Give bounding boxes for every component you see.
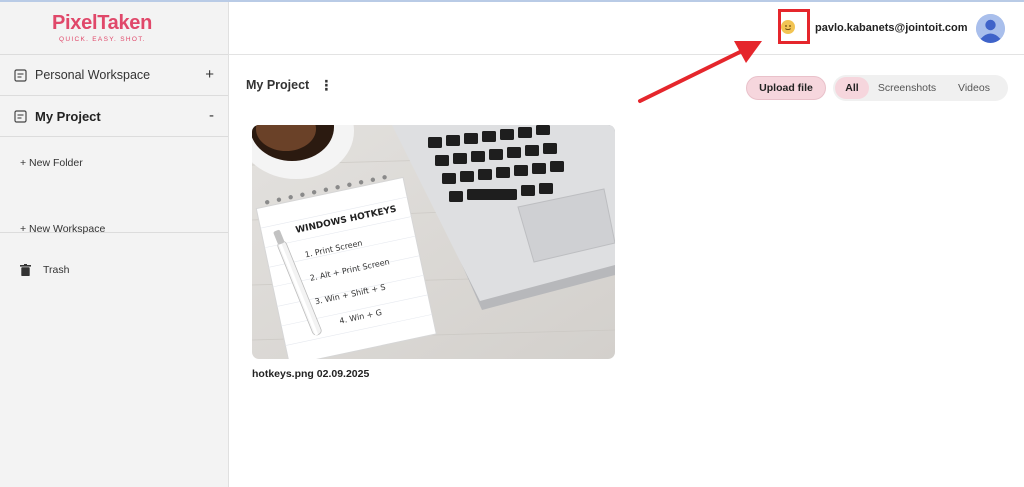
workspace-label: My Project [35,108,101,124]
logo[interactable]: PixelTaken QUICK. EASY. SHOT. [0,2,228,55]
page-title: My Project [246,78,310,92]
tab-screenshots[interactable]: Screenshots [869,77,945,99]
sidebar-item-personal-workspace[interactable]: Personal Workspace + [0,55,228,96]
top-header: pavlo.kabanets@jointoit.com [229,2,1024,55]
media-filter-tabs: All Screenshots Videos [833,75,1008,101]
sidebar: PixelTaken QUICK. EASY. SHOT. Personal W… [0,2,229,487]
new-workspace-button[interactable]: + New Workspace [20,223,105,235]
tab-videos[interactable]: Videos [945,77,1003,99]
sidebar-item-trash[interactable]: Trash [20,264,69,276]
annotation-arrow [638,41,762,103]
user-email[interactable]: pavlo.kabanets@jointoit.com [815,22,968,34]
trash-label: Trash [43,264,70,276]
trash-icon [20,264,31,276]
file-card[interactable]: WINDOWS HOTKEYS 1. Print Screen 2. Alt +… [252,125,616,380]
document-icon [14,68,27,82]
annotation-highlight-box [778,9,810,44]
file-caption: hotkeys.png 02.09.2025 [252,368,370,380]
collapse-workspace-button[interactable]: - [209,107,214,124]
document-icon [14,109,27,123]
tab-all[interactable]: All [835,77,869,99]
workspace-label: Personal Workspace [35,68,151,82]
user-avatar-icon[interactable] [976,14,1005,43]
page-title-row: My Project ⋮ [246,78,333,92]
logo-tagline: QUICK. EASY. SHOT. [59,36,146,43]
logo-text: PixelTaken [52,12,153,34]
workspace-folders: + New Folder [0,137,228,233]
expand-workspace-button[interactable]: + [205,66,214,83]
sidebar-item-my-project[interactable]: My Project - [0,96,228,137]
kebab-menu-icon[interactable]: ⋮ [319,78,333,92]
file-thumbnail[interactable]: WINDOWS HOTKEYS 1. Print Screen 2. Alt +… [252,125,615,359]
new-folder-button[interactable]: + New Folder [20,157,83,169]
upload-file-button[interactable]: Upload file [746,76,826,100]
